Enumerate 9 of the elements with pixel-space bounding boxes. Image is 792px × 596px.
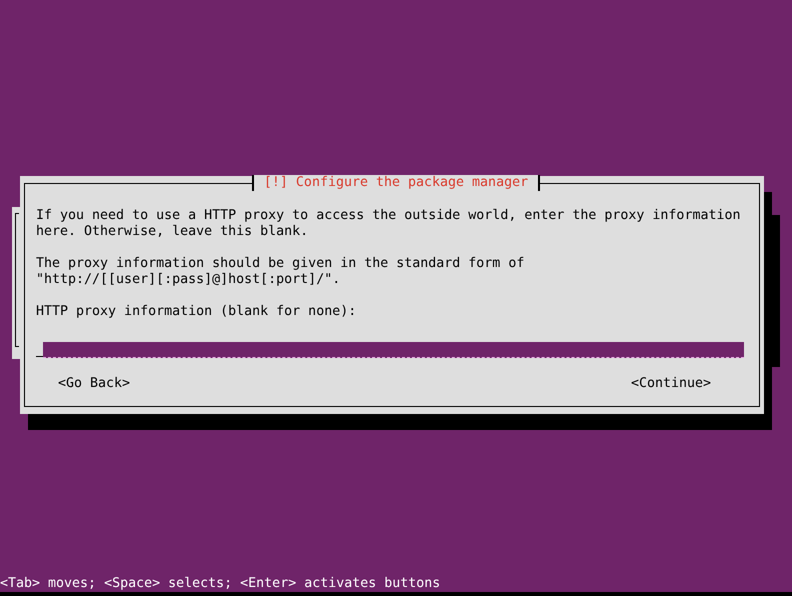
status-bar-text: <Tab> moves; <Space> selects; <Enter> activates buttons <box>0 576 440 592</box>
dialog-button[interactable]: <Continue> <box>630 376 711 392</box>
cursor <box>36 356 43 357</box>
dialog-title: [!] Configure the package manager <box>252 175 540 191</box>
proxy-input-field[interactable] <box>43 342 744 358</box>
dialog-text: HTTP proxy information (blank for none): <box>36 304 358 320</box>
dialog-button[interactable]: <Go Back> <box>58 376 130 392</box>
dialog-text: If you need to use a HTTP proxy to access the outside world, enter the proxy information here. Otherwise, leave this blank. <box>36 208 742 240</box>
dialog-text: The proxy information should be given in the standard form of "http://[[user][:pass]@]host[:port]/". <box>36 256 526 288</box>
